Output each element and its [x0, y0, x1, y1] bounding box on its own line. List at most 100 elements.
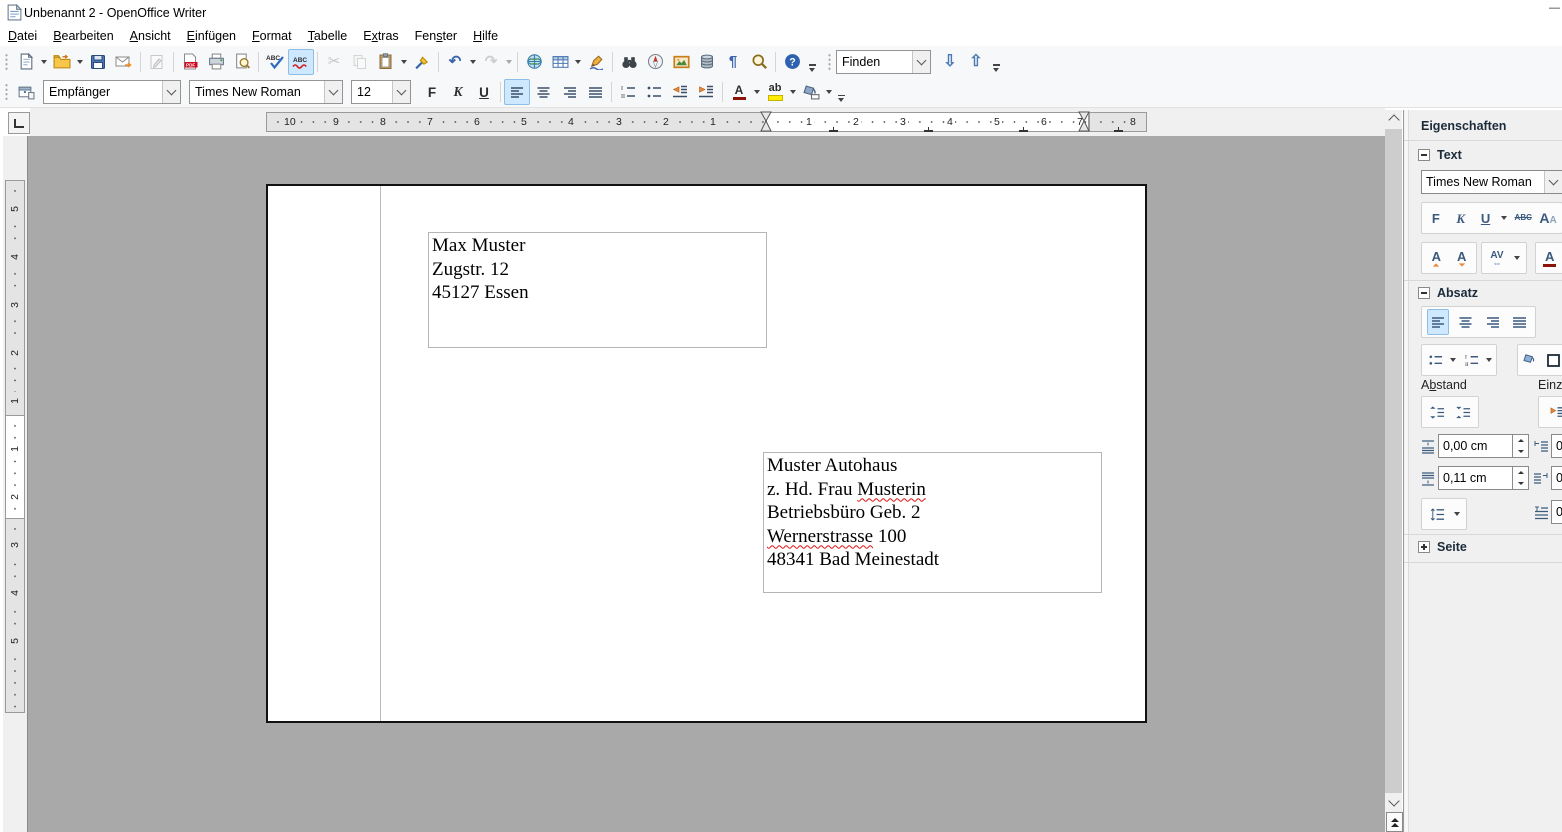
character-spacing-button[interactable]: AV⇔: [1486, 245, 1508, 271]
decrease-indent-button[interactable]: [667, 79, 693, 105]
sidebar-font-color-button[interactable]: A: [1539, 245, 1561, 271]
sidebar-align-center-button[interactable]: [1454, 309, 1476, 335]
bold-button[interactable]: F: [419, 79, 445, 105]
minimize-button[interactable]: —: [1549, 2, 1560, 14]
edit-file-button[interactable]: [144, 49, 170, 75]
after-indent-input[interactable]: 0,: [1551, 466, 1562, 490]
insert-table-dropdown[interactable]: [575, 60, 581, 64]
style-dropdown-button[interactable]: [162, 81, 180, 103]
left-indent-marker[interactable]: [760, 110, 772, 134]
cut-button[interactable]: ✂: [321, 49, 347, 75]
tab-type-selector[interactable]: [8, 112, 30, 134]
sidebar-strikethrough-button[interactable]: ABC: [1512, 205, 1534, 231]
character-dialog-button[interactable]: AA: [1537, 205, 1559, 231]
hyperlink-button[interactable]: [521, 49, 547, 75]
styles-window-button[interactable]: [13, 79, 39, 105]
tab-stop-marker[interactable]: [1114, 127, 1123, 132]
vruler-active-area[interactable]: 1 2: [5, 415, 25, 520]
ruler-right-margin[interactable]: 8: [1089, 112, 1147, 132]
menu-format[interactable]: Format: [244, 27, 300, 45]
ruler-active-area[interactable]: 1 2 3 4 5 6 7: [766, 112, 1089, 132]
section-text-header[interactable]: Text: [1418, 148, 1462, 162]
scroll-down-button[interactable]: [1385, 794, 1402, 811]
scrollbar-thumb[interactable]: [1385, 129, 1402, 793]
navigator-button[interactable]: [642, 49, 668, 75]
paragraph-border-button[interactable]: [1542, 347, 1562, 373]
find-next-button[interactable]: ⇩: [937, 49, 963, 75]
sidebar-numbered-list-button[interactable]: III: [1460, 347, 1482, 373]
page-preview-button[interactable]: [229, 49, 255, 75]
firstline-indent-input[interactable]: 0,: [1551, 500, 1562, 524]
font-color-dropdown[interactable]: [754, 90, 760, 94]
italic-button[interactable]: K: [445, 79, 471, 105]
menu-hilfe[interactable]: Hilfe: [465, 27, 506, 45]
toolbar-grip[interactable]: [4, 83, 9, 101]
background-color-button[interactable]: [798, 79, 824, 105]
horizontal-ruler[interactable]: 10 9 8 7 6 5 4 3 2 1 1 2 3 4 5 6 7 8: [30, 108, 1385, 136]
print-button[interactable]: [203, 49, 229, 75]
vertical-scrollbar[interactable]: [1385, 110, 1402, 832]
spacing-above-spinner[interactable]: [1512, 435, 1528, 457]
menu-fenster[interactable]: Fenster: [407, 27, 465, 45]
sidebar-bold-button[interactable]: F: [1425, 205, 1447, 231]
draw-functions-button[interactable]: [583, 49, 609, 75]
right-indent-marker[interactable]: [1078, 110, 1090, 134]
section-absatz-header[interactable]: Absatz: [1418, 286, 1478, 300]
email-document-button[interactable]: [111, 49, 137, 75]
formatting-marks-button[interactable]: ¶: [720, 49, 746, 75]
copy-button[interactable]: [347, 49, 373, 75]
align-justify-button[interactable]: [582, 79, 608, 105]
find-dropdown-button[interactable]: [912, 51, 930, 73]
size-dropdown-button[interactable]: [392, 81, 410, 103]
menu-extras[interactable]: Extras: [355, 27, 406, 45]
undo-dropdown[interactable]: [470, 60, 476, 64]
previous-page-button[interactable]: [1386, 812, 1403, 832]
collapse-icon[interactable]: [1418, 287, 1430, 299]
sidebar-splitter[interactable]: [1405, 110, 1409, 832]
numbered-list-button[interactable]: III: [615, 79, 641, 105]
spacing-below-spinner[interactable]: [1512, 467, 1528, 489]
find-previous-button[interactable]: ⇧: [963, 49, 989, 75]
collapse-icon[interactable]: [1418, 149, 1430, 161]
paste-dropdown[interactable]: [401, 60, 407, 64]
section-seite-header[interactable]: Seite: [1418, 540, 1467, 554]
spacing-above-input[interactable]: 0,00 cm: [1438, 434, 1529, 458]
font-size-select[interactable]: 12: [351, 80, 411, 104]
open-dropdown[interactable]: [77, 60, 83, 64]
toolbar-overflow-button[interactable]: [805, 48, 819, 76]
align-left-button[interactable]: [504, 79, 530, 105]
highlighting-dropdown[interactable]: [790, 90, 796, 94]
scroll-up-button[interactable]: [1385, 110, 1402, 127]
find-replace-button[interactable]: [616, 49, 642, 75]
insert-table-button[interactable]: [547, 49, 573, 75]
help-button[interactable]: ?: [779, 49, 805, 75]
undo-button[interactable]: ↶: [442, 49, 468, 75]
increase-spacing-button[interactable]: [1426, 399, 1448, 425]
menu-datei[interactable]: Datei: [0, 27, 45, 45]
menu-tabelle[interactable]: Tabelle: [300, 27, 356, 45]
sender-address-frame[interactable]: Max Muster Zugstr. 12 45127 Essen: [428, 232, 767, 348]
spellcheck-button[interactable]: ABC: [262, 49, 288, 75]
character-spacing-dropdown[interactable]: [1514, 256, 1520, 260]
before-indent-input[interactable]: 0,: [1551, 434, 1562, 458]
envelope-page[interactable]: Max Muster Zugstr. 12 45127 Essen Muster…: [266, 184, 1147, 723]
underline-dropdown[interactable]: [1501, 216, 1507, 220]
tab-stop-marker[interactable]: [1019, 127, 1028, 132]
zoom-button[interactable]: [746, 49, 772, 75]
sidebar-underline-button[interactable]: U: [1475, 205, 1497, 231]
sidebar-italic-button[interactable]: K: [1450, 205, 1472, 231]
underline-button[interactable]: U: [471, 79, 497, 105]
spacing-below-input[interactable]: 0,11 cm: [1438, 466, 1529, 490]
sidebar-align-right-button[interactable]: [1481, 309, 1503, 335]
open-button[interactable]: [49, 49, 75, 75]
paste-button[interactable]: [373, 49, 399, 75]
find-input[interactable]: Finden: [836, 50, 931, 74]
find-toolbar-grip[interactable]: [827, 53, 832, 71]
menu-einfuegen[interactable]: Einfügen: [179, 27, 244, 45]
sidebar-align-left-button[interactable]: [1427, 309, 1449, 335]
find-toolbar-overflow-button[interactable]: [989, 48, 1003, 76]
document-view[interactable]: Max Muster Zugstr. 12 45127 Essen Muster…: [28, 136, 1385, 832]
new-document-dropdown[interactable]: [41, 60, 47, 64]
sidebar-font-name-select[interactable]: Times New Roman: [1421, 170, 1562, 194]
recipient-address-frame[interactable]: Muster Autohaus z. Hd. Frau Musterin Bet…: [763, 452, 1102, 593]
